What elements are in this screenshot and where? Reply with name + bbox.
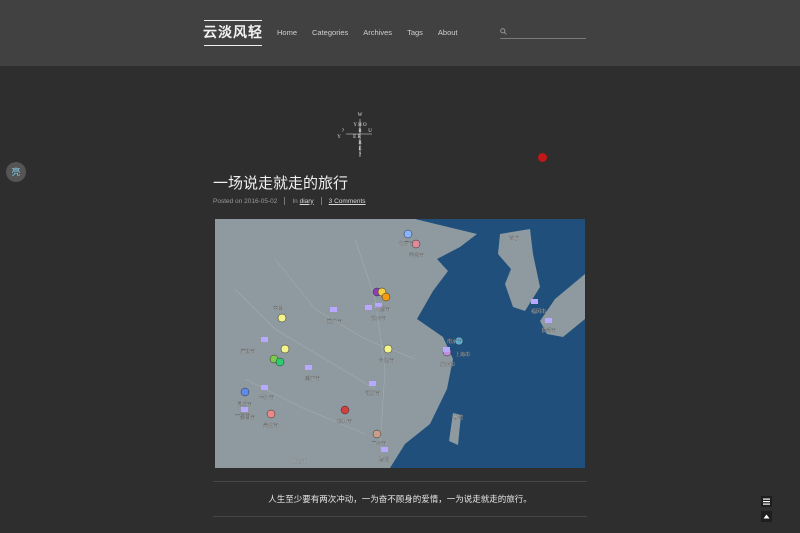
- map-label: 贵阳市: [263, 422, 278, 429]
- map-label: 台湾: [453, 414, 463, 421]
- svg-text:R: R: [358, 129, 362, 134]
- comments-link[interactable]: 3 Comments: [329, 198, 366, 205]
- map-marker: [280, 344, 290, 354]
- map-label: 武汉市: [365, 390, 380, 397]
- map-marker: [275, 357, 285, 367]
- map-label: 杭州市: [440, 361, 455, 368]
- map-label: Hanoi: [293, 459, 306, 465]
- map-flag: [305, 365, 312, 370]
- svg-text:Y: Y: [337, 135, 341, 140]
- posted-on-label: Posted on: [213, 197, 243, 205]
- map-flag: [330, 307, 337, 312]
- map-label: 合肥市: [379, 357, 394, 364]
- site-header: 云淡风轻 Home Categories Archives Tags About: [0, 0, 800, 66]
- meta-divider: [320, 197, 322, 205]
- svg-text:R: R: [358, 141, 362, 146]
- map-flag: [261, 385, 268, 390]
- post-quote: 人生至少要有两次冲动，一为奋不顾身的爱情，一为说走就走的旅行。: [268, 494, 532, 504]
- map-marker: [372, 429, 382, 439]
- site-logo[interactable]: 云淡风轻: [203, 20, 263, 46]
- map-marker: [381, 292, 391, 302]
- map-label: 南京市: [447, 338, 462, 345]
- theme-toggle-button[interactable]: 亮: [6, 162, 26, 182]
- post-date: 2016-05-02: [244, 197, 278, 205]
- map-marker: [340, 405, 350, 415]
- svg-text:?: ?: [359, 153, 362, 158]
- nav-categories[interactable]: Categories: [312, 28, 348, 37]
- svg-text:?: ?: [342, 129, 345, 134]
- search-icon: [500, 28, 507, 35]
- map-flag: [531, 299, 538, 304]
- map-flag: [381, 447, 388, 452]
- map-marker: [240, 387, 250, 397]
- map-canvas: 北京市 天津市 济南市 郑州市 西安市 中国 成都市 重庆市 合肥市 南京市 上…: [234, 219, 585, 468]
- map-label: 天津市: [409, 252, 424, 259]
- nav-archives[interactable]: Archives: [363, 28, 392, 37]
- map-label: 上海市: [455, 351, 470, 358]
- red-dot-decoration: [538, 153, 547, 162]
- letter-art-logo: W Y H O ? R U Y E R R E ?: [337, 113, 372, 158]
- map-flag: [365, 305, 372, 310]
- map-marker: [277, 313, 287, 323]
- search-box: [500, 27, 586, 39]
- map-flag: [443, 347, 450, 352]
- map-label: 西安市: [327, 318, 342, 325]
- quote-divider-top: [213, 481, 587, 482]
- map-label: 广州市: [371, 440, 386, 447]
- quote-divider-bottom: [213, 516, 587, 517]
- back-to-top-icon[interactable]: [761, 511, 772, 522]
- svg-text:U: U: [368, 129, 372, 134]
- nav-home[interactable]: Home: [277, 28, 297, 37]
- post-title[interactable]: 一场说走就走的旅行: [213, 172, 348, 193]
- post-meta: Posted on 2016-05-02 In diary 3 Comments: [213, 197, 366, 205]
- map-label: 昆明市: [237, 401, 252, 408]
- map-flag: [545, 318, 552, 323]
- menu-icon[interactable]: [761, 496, 772, 507]
- nav-tags[interactable]: Tags: [407, 28, 423, 37]
- map-label: 济南市: [375, 306, 390, 313]
- map-label: 中国: [273, 305, 283, 312]
- meta-divider: [284, 197, 286, 205]
- map-flag: [261, 337, 268, 342]
- map-marker: [403, 229, 413, 239]
- map-label: 首尔: [509, 235, 519, 242]
- svg-text:W: W: [358, 113, 363, 118]
- map-label: 香港: [379, 456, 389, 463]
- map-marker: [266, 409, 276, 419]
- map-label: 桂林市: [337, 418, 352, 425]
- map-label: 重庆市: [305, 375, 320, 382]
- map-label: 大理市: [235, 412, 250, 419]
- map-label: 郑州市: [371, 315, 386, 322]
- category-link[interactable]: diary: [300, 198, 314, 205]
- map-label: 成都市: [240, 348, 255, 355]
- map-label: 长沙市: [259, 394, 274, 401]
- map-marker: [383, 344, 393, 354]
- nav-about[interactable]: About: [438, 28, 458, 37]
- map-label: 福冈市: [531, 308, 546, 315]
- travel-map-image: 北京市 天津市 济南市 郑州市 西安市 中国 成都市 重庆市 合肥市 南京市 上…: [215, 219, 585, 468]
- map-label: 长崎市: [541, 327, 556, 334]
- map-label: 北京市: [399, 240, 414, 247]
- in-label: In: [292, 197, 298, 205]
- search-input[interactable]: [510, 27, 584, 37]
- map-flag: [369, 381, 376, 386]
- main-nav: Home Categories Archives Tags About: [277, 28, 458, 37]
